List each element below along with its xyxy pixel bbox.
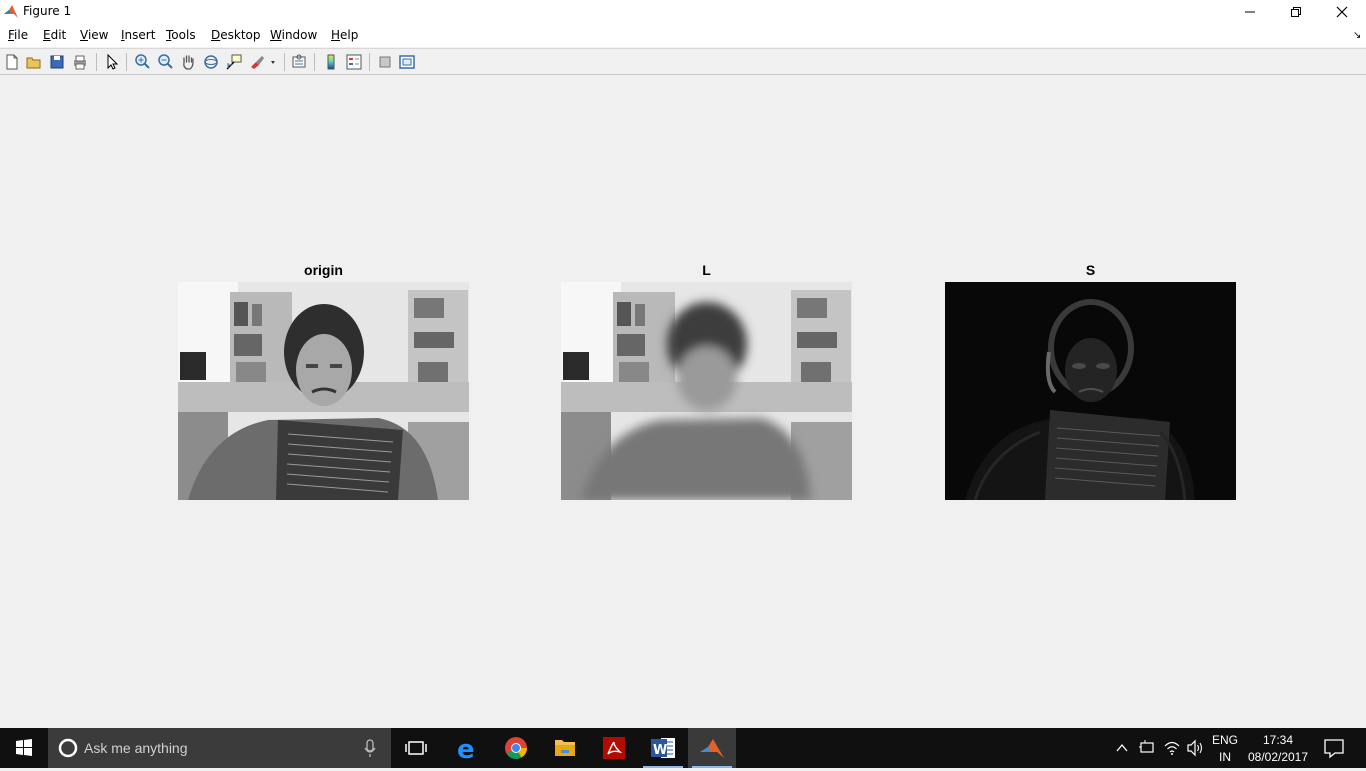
pan-hand-icon[interactable] bbox=[179, 53, 197, 71]
keyboard-region[interactable]: IN bbox=[1208, 750, 1242, 764]
clock-time[interactable]: 17:34 bbox=[1246, 733, 1310, 747]
taskbar: Ask me anything e W ENG IN 17:34 08/02/2… bbox=[0, 728, 1366, 768]
menu-view[interactable]: View bbox=[80, 28, 108, 42]
open-file-icon[interactable] bbox=[25, 53, 43, 71]
volume-icon[interactable] bbox=[1185, 728, 1205, 768]
toolbar-separator bbox=[126, 53, 127, 71]
microphone-icon bbox=[364, 739, 376, 757]
menu-edit[interactable]: Edit bbox=[43, 28, 66, 42]
data-cursor-icon[interactable] bbox=[225, 53, 243, 71]
minimize-button[interactable] bbox=[1227, 0, 1273, 24]
menu-tools[interactable]: Tools bbox=[166, 28, 196, 42]
menu-window[interactable]: Window bbox=[270, 28, 317, 42]
dock-arrow-icon[interactable]: ↘ bbox=[1353, 30, 1361, 41]
zoom-out-icon[interactable] bbox=[156, 53, 174, 71]
svg-text:e: e bbox=[457, 735, 475, 765]
brush-icon[interactable] bbox=[248, 53, 278, 71]
toolbar-separator bbox=[369, 53, 370, 71]
axes-title-origin: origin bbox=[304, 262, 343, 278]
colorbar-icon[interactable] bbox=[322, 53, 340, 71]
matlab-icon bbox=[3, 4, 19, 20]
image-origin[interactable] bbox=[178, 282, 469, 500]
cortana-icon bbox=[58, 738, 78, 758]
restore-button[interactable] bbox=[1273, 0, 1319, 24]
show-plot-tools-icon[interactable] bbox=[398, 53, 416, 71]
close-button[interactable] bbox=[1319, 0, 1365, 24]
file-explorer-icon[interactable] bbox=[541, 728, 589, 768]
battery-power-icon[interactable] bbox=[1137, 728, 1157, 768]
axes-title-s: S bbox=[1085, 262, 1096, 278]
matlab-icon[interactable] bbox=[688, 728, 736, 768]
word-icon[interactable]: W bbox=[639, 728, 687, 768]
edge-icon[interactable]: e bbox=[443, 728, 491, 768]
axes-title-l: L bbox=[702, 262, 711, 278]
wifi-icon[interactable] bbox=[1162, 728, 1182, 768]
clock-date[interactable]: 08/02/2017 bbox=[1246, 750, 1310, 764]
edit-plot-arrow-icon[interactable] bbox=[103, 53, 121, 71]
toolbar-separator bbox=[284, 53, 285, 71]
search-placeholder: Ask me anything bbox=[84, 740, 188, 756]
action-center-icon[interactable] bbox=[1314, 728, 1354, 768]
new-figure-icon[interactable] bbox=[3, 53, 21, 71]
menu-bar: File Edit View Insert Tools Desktop Wind… bbox=[0, 24, 1366, 47]
window-title: Figure 1 bbox=[23, 4, 72, 18]
zoom-in-icon[interactable] bbox=[133, 53, 151, 71]
image-s[interactable] bbox=[945, 282, 1236, 500]
menu-help[interactable]: Help bbox=[331, 28, 358, 42]
title-bar: Figure 1 bbox=[0, 0, 1366, 24]
task-view-icon[interactable] bbox=[392, 728, 440, 768]
save-icon[interactable] bbox=[48, 53, 66, 71]
menu-file[interactable]: File bbox=[8, 28, 28, 42]
menu-insert[interactable]: Insert bbox=[121, 28, 155, 42]
link-plot-icon[interactable] bbox=[290, 53, 308, 71]
language-code[interactable]: ENG bbox=[1208, 733, 1242, 747]
rotate-3d-icon[interactable] bbox=[202, 53, 220, 71]
acrobat-icon[interactable] bbox=[590, 728, 638, 768]
figure-canvas: origin L S bbox=[0, 76, 1366, 728]
svg-text:W: W bbox=[653, 743, 667, 758]
legend-icon[interactable] bbox=[345, 53, 363, 71]
start-button[interactable] bbox=[0, 728, 48, 768]
toolbar-separator bbox=[314, 53, 315, 71]
hide-plot-tools-icon[interactable] bbox=[376, 53, 394, 71]
toolbar-separator bbox=[96, 53, 97, 71]
windows-logo-icon bbox=[16, 739, 32, 756]
print-icon[interactable] bbox=[71, 53, 89, 71]
menu-desktop[interactable]: Desktop bbox=[211, 28, 261, 42]
figure-toolbar bbox=[0, 48, 1366, 75]
chrome-icon[interactable] bbox=[492, 728, 540, 768]
show-hidden-icons-icon[interactable] bbox=[1115, 728, 1129, 768]
image-l[interactable] bbox=[561, 282, 852, 500]
